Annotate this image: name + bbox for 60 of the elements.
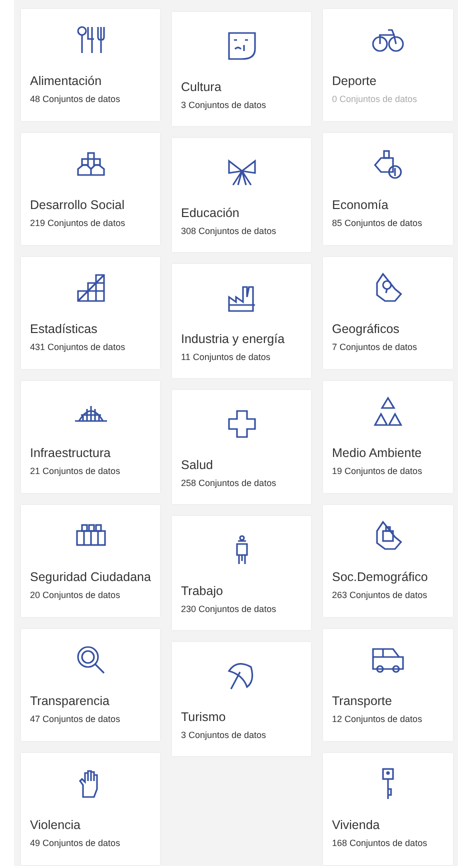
category-title: Alimentación <box>30 74 103 88</box>
dataset-count: 263 Conjuntos de datos <box>332 590 428 600</box>
category-card[interactable]: Vivienda 168 Conjuntos de datos <box>323 753 453 865</box>
category-title: Soc.Demográfico <box>332 570 429 584</box>
dataset-count: 20 Conjuntos de datos <box>30 590 122 600</box>
category-card[interactable]: Economía 85 Conjuntos de datos <box>323 133 453 245</box>
dataset-count: 85 Conjuntos de datos <box>332 218 424 228</box>
category-title: Medio Ambiente <box>332 446 423 460</box>
dataset-count: 168 Conjuntos de datos <box>332 838 428 848</box>
dataset-count: 431 Conjuntos de datos <box>30 342 126 352</box>
dataset-count: 19 Conjuntos de datos <box>332 466 424 476</box>
dataset-count: 49 Conjuntos de datos <box>30 838 122 848</box>
category-title: Salud <box>181 458 214 472</box>
category-card[interactable]: Geográficos 7 Conjuntos de datos <box>323 257 453 369</box>
category-card[interactable]: Trabajo 230 Conjuntos de datos <box>172 516 311 630</box>
dataset-count: 3 Conjuntos de datos <box>181 100 268 110</box>
dataset-count: 219 Conjuntos de datos <box>30 218 126 228</box>
category-title: Trabajo <box>181 584 224 598</box>
category-card[interactable]: Desarrollo Social 219 Conjuntos de datos <box>21 133 160 245</box>
category-title: Geográficos <box>332 322 400 336</box>
category-title: Transporte <box>332 694 393 708</box>
category-title: Seguridad Ciudadana <box>30 570 152 584</box>
dataset-count: 7 Conjuntos de datos <box>332 342 418 352</box>
dataset-count: 21 Conjuntos de datos <box>30 466 122 476</box>
category-card[interactable]: Salud 258 Conjuntos de datos <box>172 390 311 504</box>
category-title: Educación <box>181 206 240 220</box>
category-title: Vivienda <box>332 818 381 832</box>
category-card[interactable]: Transporte 12 Conjuntos de datos <box>323 629 453 741</box>
category-card[interactable]: Soc.Demográfico 263 Conjuntos de datos <box>323 505 453 617</box>
category-title: Deporte <box>332 74 378 88</box>
dataset-count: 230 Conjuntos de datos <box>181 604 278 614</box>
category-title: Estadísticas <box>30 322 98 336</box>
dataset-count: 0 Conjuntos de datos <box>332 94 418 104</box>
category-card[interactable]: Alimentación 48 Conjuntos de datos <box>21 9 160 121</box>
category-card[interactable]: Transparencia 47 Conjuntos de datos <box>21 629 160 741</box>
dataset-count: 258 Conjuntos de datos <box>181 478 278 488</box>
dataset-count: 308 Conjuntos de datos <box>181 226 278 236</box>
category-title: Desarrollo Social <box>30 198 126 212</box>
category-title: Industria y energía <box>181 332 286 346</box>
category-card[interactable]: Seguridad Ciudadana 20 Conjuntos de datos <box>21 505 160 617</box>
dataset-count: 12 Conjuntos de datos <box>332 714 424 724</box>
category-title: Cultura <box>181 80 222 94</box>
category-card[interactable]: Medio Ambiente 19 Conjuntos de datos <box>323 381 453 493</box>
category-card[interactable]: Turismo 3 Conjuntos de datos <box>172 642 311 756</box>
category-card[interactable]: Infraestructura 21 Conjuntos de datos <box>21 381 160 493</box>
category-title: Violencia <box>30 818 82 832</box>
category-card[interactable]: Educación 308 Conjuntos de datos <box>172 138 311 252</box>
dataset-count: 11 Conjuntos de datos <box>181 352 272 362</box>
category-card[interactable]: Violencia 49 Conjuntos de datos <box>21 753 160 865</box>
dataset-count: 3 Conjuntos de datos <box>181 730 268 740</box>
category-title: Infraestructura <box>30 446 112 460</box>
category-card[interactable]: Cultura 3 Conjuntos de datos <box>172 12 311 126</box>
category-title: Turismo <box>181 710 227 724</box>
category-card[interactable]: Industria y energía 11 Conjuntos de datos <box>172 264 311 378</box>
dataset-count: 48 Conjuntos de datos <box>30 94 122 104</box>
category-title: Economía <box>332 198 390 212</box>
category-card[interactable]: Estadísticas 431 Conjuntos de datos <box>21 257 160 369</box>
category-title: Transparencia <box>30 694 110 708</box>
dataset-count: 47 Conjuntos de datos <box>30 714 122 724</box>
category-card[interactable]: Deporte 0 Conjuntos de datos <box>323 9 453 121</box>
